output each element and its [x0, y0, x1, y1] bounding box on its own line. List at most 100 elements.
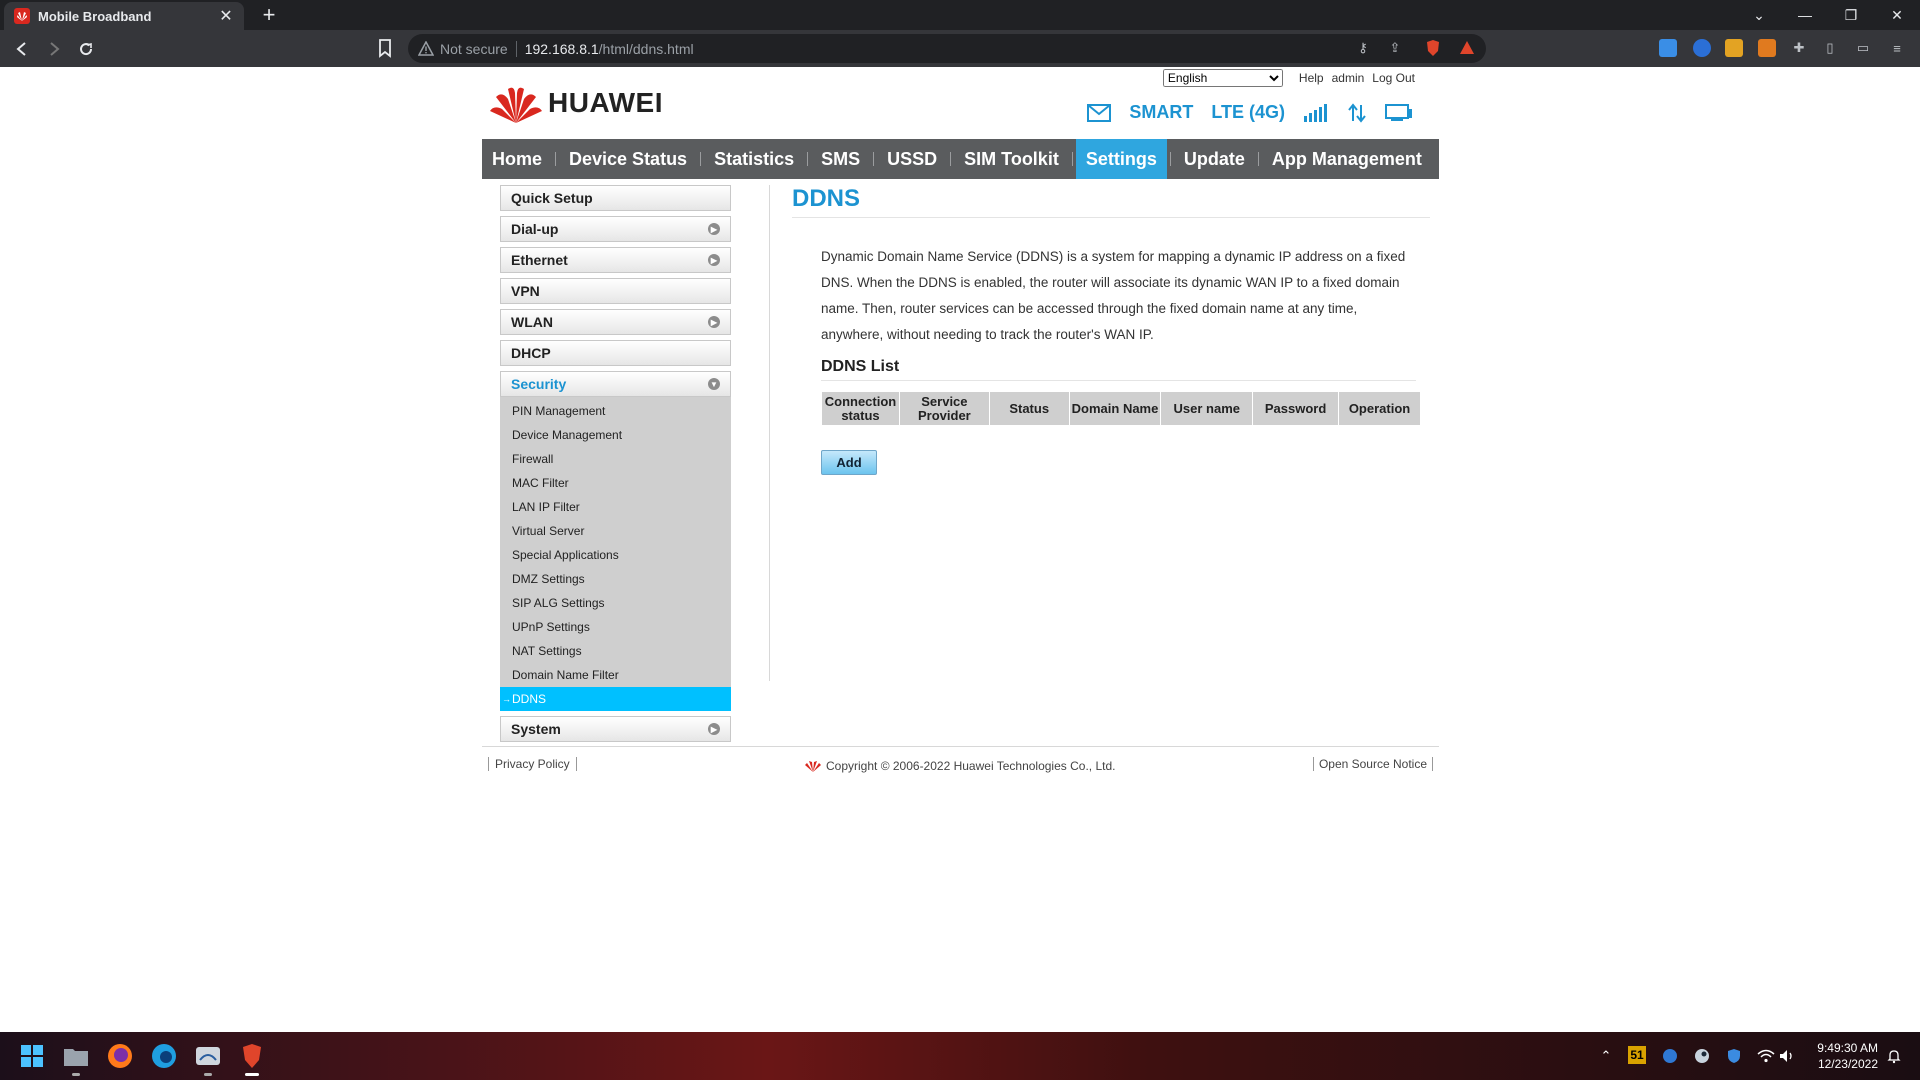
nav-item-ussd[interactable]: USSD [877, 139, 947, 179]
nav-item-device-status[interactable]: Device Status [559, 139, 697, 179]
network-app-icon[interactable] [192, 1040, 224, 1076]
sidebar-item-dial-up[interactable]: Dial-up ▶ [500, 216, 731, 242]
sidebar-item-label: Quick Setup [511, 190, 593, 206]
new-tab-button[interactable]: + [256, 2, 282, 28]
submenu-item-label: Firewall [512, 452, 554, 466]
submenu-item-firewall[interactable]: Firewall [500, 447, 731, 471]
sidebar-item-system[interactable]: System ▶ [500, 716, 731, 742]
admin-link[interactable]: admin [1332, 71, 1365, 85]
key-icon[interactable]: ⚷ [1354, 39, 1372, 57]
language-select[interactable]: English [1162, 69, 1283, 87]
file-explorer-icon[interactable] [60, 1040, 92, 1076]
tray-app-icon[interactable] [1660, 1046, 1680, 1066]
submenu-item-label: Virtual Server [512, 524, 585, 538]
brave-taskbar-icon[interactable] [236, 1040, 268, 1076]
minimize-button[interactable]: — [1782, 0, 1828, 30]
submenu-item-special-applications[interactable]: Special Applications [500, 543, 731, 567]
sidebar-item-vpn[interactable]: VPN [500, 278, 731, 304]
tray-badge[interactable]: 51 [1628, 1046, 1646, 1064]
mail-icon[interactable] [1087, 103, 1112, 122]
browser-tab[interactable]: Mobile Broadband ✕ [4, 2, 244, 30]
tab-close-icon[interactable]: ✕ [218, 6, 234, 26]
edge-icon[interactable] [148, 1040, 180, 1072]
privacy-policy-link[interactable]: Privacy Policy [488, 757, 577, 771]
help-link[interactable]: Help [1299, 71, 1324, 85]
bookmark-icon[interactable] [376, 38, 394, 58]
sidebar-item-security[interactable]: Security ▼ [500, 371, 731, 397]
sidebar-item-label: System [511, 721, 561, 737]
connected-devices-icon[interactable] [1385, 103, 1413, 122]
url-host: 192.168.8.1 [524, 40, 599, 57]
wifi-icon[interactable] [1756, 1046, 1776, 1066]
submenu-item-label: PIN Management [512, 404, 606, 418]
tray-overflow-icon[interactable]: ⌃ [1596, 1046, 1616, 1066]
wallet-icon[interactable]: ▭ [1854, 39, 1872, 57]
sidebar-icon[interactable]: ▯ [1821, 39, 1839, 57]
address-bar[interactable]: Not secure 192.168.8.1 /html/ddns.html [408, 34, 1486, 63]
windows-taskbar: ⌃ 51 9:49:30 AM 12/23/2022 [0, 1032, 1920, 1080]
firefox-icon[interactable] [104, 1040, 136, 1072]
tab-search-chevron-icon[interactable]: ⌄ [1736, 0, 1782, 30]
nav-item-app-management[interactable]: App Management [1262, 139, 1432, 179]
nav-item-sms[interactable]: SMS [811, 139, 870, 179]
nav-item-home[interactable]: Home [482, 139, 552, 179]
system-clock[interactable]: 9:49:30 AM 12/23/2022 [1817, 1040, 1878, 1072]
sidebar-item-dhcp[interactable]: DHCP [500, 340, 731, 366]
logout-link[interactable]: Log Out [1372, 71, 1415, 85]
submenu-item-virtual-server[interactable]: Virtual Server [500, 519, 731, 543]
nav-item-sim-toolkit[interactable]: SIM Toolkit [954, 139, 1069, 179]
active-arrow-icon: → [502, 694, 511, 704]
clock-date: 12/23/2022 [1817, 1057, 1878, 1071]
sidebar-item-label: WLAN [511, 314, 553, 330]
sidebar-item-quick-setup[interactable]: Quick Setup [500, 185, 731, 211]
share-icon[interactable]: ⇪ [1386, 39, 1404, 57]
huawei-brand-text: HUAWEI [548, 87, 663, 118]
brave-rewards-icon[interactable] [1458, 39, 1476, 57]
nav-separator [807, 152, 809, 166]
submenu-item-pin-management[interactable]: PIN Management [500, 399, 731, 423]
forward-button[interactable] [42, 37, 66, 61]
submenu-item-dmz-settings[interactable]: DMZ Settings [500, 567, 731, 591]
restore-button[interactable]: ❐ [1828, 0, 1874, 30]
sidebar-item-ethernet[interactable]: Ethernet ▶ [500, 247, 731, 273]
extension-blue-icon[interactable] [1693, 39, 1711, 57]
column-header-domain-name: Domain Name [1068, 391, 1162, 426]
submenu-item-device-management[interactable]: Device Management [500, 423, 731, 447]
nav-item-statistics[interactable]: Statistics [704, 139, 804, 179]
submenu-item-ddns[interactable]: → DDNS [500, 687, 731, 711]
windows-start-icon[interactable] [16, 1040, 48, 1072]
submenu-item-lan-ip-filter[interactable]: LAN IP Filter [500, 495, 731, 519]
submenu-item-sip-alg-settings[interactable]: SIP ALG Settings [500, 591, 731, 615]
add-button[interactable]: Add [821, 450, 877, 475]
sidebar-item-wlan[interactable]: WLAN ▶ [500, 309, 731, 335]
nav-separator [1071, 152, 1073, 166]
steam-icon[interactable] [1692, 1046, 1712, 1066]
table-header-row: Connection status Service Provider Status D… [821, 391, 1421, 426]
extension-orange-icon[interactable] [1758, 39, 1776, 57]
open-source-notice-link[interactable]: Open Source Notice [1312, 757, 1433, 771]
extensions-puzzle-icon[interactable]: ✚ [1790, 39, 1808, 57]
network-type: LTE (4G) [1211, 102, 1285, 122]
close-window-button[interactable]: ✕ [1874, 0, 1920, 30]
brave-shields-icon[interactable] [1424, 39, 1442, 57]
browser-toolbar: Not secure 192.168.8.1 /html/ddns.html ⚷… [0, 30, 1920, 67]
menu-icon[interactable]: ≡ [1888, 39, 1906, 57]
nav-separator [700, 152, 702, 166]
security-shield-icon[interactable] [1724, 1046, 1744, 1066]
notifications-icon[interactable] [1884, 1046, 1904, 1066]
nav-item-settings[interactable]: Settings [1075, 139, 1167, 179]
extension-font-icon[interactable] [1725, 39, 1743, 57]
reload-button[interactable] [74, 37, 98, 61]
nav-separator [555, 152, 557, 166]
extension-translate-icon[interactable] [1659, 39, 1677, 57]
submenu-item-nat-settings[interactable]: NAT Settings [500, 639, 731, 663]
submenu-item-label: UPnP Settings [512, 620, 590, 634]
back-button[interactable] [10, 37, 34, 61]
submenu-item-mac-filter[interactable]: MAC Filter [500, 471, 731, 495]
nav-separator [1257, 152, 1259, 166]
volume-icon[interactable] [1778, 1046, 1798, 1066]
submenu-item-upnp-settings[interactable]: UPnP Settings [500, 615, 731, 639]
submenu-item-domain-name-filter[interactable]: Domain Name Filter [500, 663, 731, 687]
nav-item-update[interactable]: Update [1174, 139, 1255, 179]
sidebar-item-label: Security [511, 376, 567, 392]
